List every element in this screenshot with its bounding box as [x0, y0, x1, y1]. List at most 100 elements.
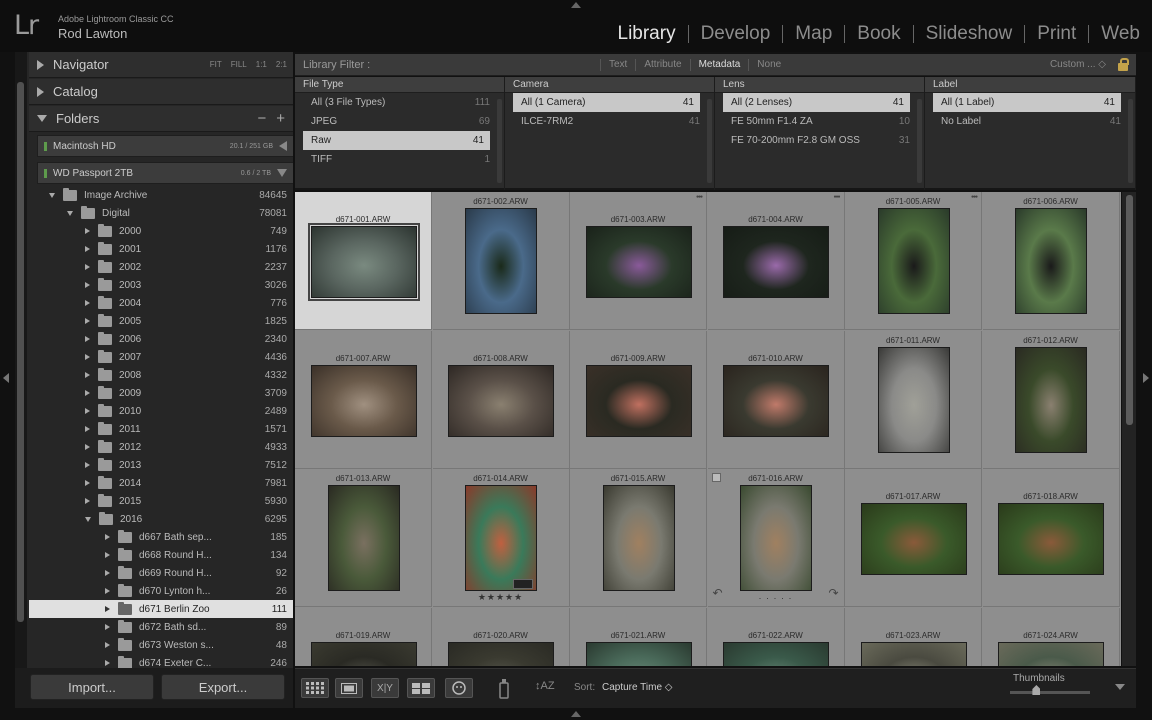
catalog-panel-header[interactable]: Catalog [29, 79, 293, 105]
filter-preset-dropdown[interactable]: Custom ... ◇ [1050, 59, 1106, 70]
thumbnail-cell[interactable]: d671-024.ARW [982, 607, 1120, 666]
people-view-button[interactable] [445, 678, 473, 698]
collapse-triangle-icon[interactable] [85, 264, 90, 270]
more-options-icon[interactable]: ●●● [696, 194, 703, 200]
metadata-row[interactable]: FE 50mm F1.4 ZA 10 [715, 112, 924, 131]
import-button[interactable]: Import... [30, 674, 154, 700]
collapse-triangle-icon[interactable] [85, 498, 90, 504]
thumbnail-cell[interactable]: d671-021.ARW [570, 607, 707, 666]
folder-row[interactable]: d670 Lynton h... 26 [29, 582, 293, 600]
module-library[interactable]: Library [616, 23, 678, 45]
module-develop[interactable]: Develop [699, 23, 773, 45]
folder-row[interactable]: 2015 5930 [29, 492, 293, 510]
metadata-row[interactable]: JPEG 69 [295, 112, 504, 131]
folder-row[interactable]: Digital 78081 [29, 204, 293, 222]
thumbnail-cell[interactable]: d671-002.ARW [432, 192, 570, 330]
collapse-triangle-icon[interactable] [85, 282, 90, 288]
module-web[interactable]: Web [1099, 23, 1142, 45]
thumbnail-image[interactable] [465, 208, 537, 314]
left-panel-scrollbar[interactable] [15, 52, 27, 668]
folder-row[interactable]: d669 Round H... 92 [29, 564, 293, 582]
export-button[interactable]: Export... [161, 674, 285, 700]
thumbnail-image[interactable] [860, 503, 967, 575]
collapse-triangle-icon[interactable] [85, 444, 90, 450]
thumbnail-cell[interactable]: d671-006.ARW [982, 192, 1120, 330]
collapse-triangle-icon[interactable] [85, 462, 90, 468]
expand-triangle-icon[interactable] [85, 516, 91, 522]
thumbnail-cell[interactable]: d671-011.ARW [845, 330, 982, 469]
module-print[interactable]: Print [1035, 23, 1078, 45]
thumbnail-cell[interactable]: d671-023.ARW [845, 607, 982, 666]
thumbnail-cell[interactable]: d671-013.ARW [295, 469, 432, 607]
thumbnail-image[interactable] [1015, 208, 1087, 314]
filter-option-attribute[interactable]: Attribute [636, 59, 689, 70]
collapse-triangle-icon[interactable] [105, 660, 110, 666]
thumbnail-image[interactable] [310, 226, 417, 298]
collapse-triangle-icon[interactable] [85, 336, 90, 342]
collapse-triangle-icon[interactable] [85, 354, 90, 360]
navigator-zoom-option[interactable]: 2:1 [276, 60, 287, 69]
folders-panel-header[interactable]: Folders − + [29, 106, 293, 132]
thumbnail-image[interactable] [602, 485, 675, 591]
thumbnail-image[interactable] [448, 641, 554, 666]
metadata-row[interactable]: TIFF 1 [295, 150, 504, 169]
top-panel-toggle-icon[interactable] [571, 2, 581, 8]
folder-row[interactable]: d672 Bath sd... 89 [29, 618, 293, 636]
thumbnail-cell[interactable]: d671-012.ARW [982, 330, 1120, 469]
lock-icon[interactable] [1118, 58, 1129, 71]
spray-can-icon[interactable] [498, 677, 510, 704]
volume-wd-passport[interactable]: WD Passport 2TB 0.6 / 2 TB [37, 162, 293, 184]
right-panel-toggle-icon[interactable] [1143, 373, 1149, 383]
collapse-triangle-icon[interactable] [105, 570, 110, 576]
metadata-row[interactable]: All (3 File Types) 111 [295, 93, 504, 112]
more-options-icon[interactable]: ●●● [971, 194, 978, 200]
thumbnail-cell[interactable]: d671-014.ARW ★★★★★ [432, 469, 570, 607]
folder-row[interactable]: 2013 7512 [29, 456, 293, 474]
thumbnail-image[interactable] [585, 226, 692, 298]
thumbnail-image[interactable] [310, 364, 417, 437]
more-options-icon[interactable]: ●●● [833, 194, 840, 200]
thumbnail-cell[interactable]: d671-001.ARW [295, 192, 432, 330]
thumbnail-image[interactable] [877, 208, 950, 314]
folder-row[interactable]: 2010 2489 [29, 402, 293, 420]
thumbnail-cell[interactable]: d671-016.ARW · · · · · ↶ ↷ [707, 469, 845, 607]
toolbar-menu-icon[interactable] [1115, 684, 1125, 690]
thumbnail-image[interactable] [448, 364, 554, 437]
star-rating[interactable]: ★★★★★ [433, 592, 569, 603]
thumbnail-image[interactable] [740, 485, 812, 591]
expand-triangle-icon[interactable] [49, 192, 55, 198]
sort-direction-icon[interactable]: ↕AZ [535, 680, 555, 692]
metadata-row[interactable]: Raw 41 [303, 131, 490, 150]
thumbnail-image[interactable] [465, 485, 537, 591]
collapse-triangle-icon[interactable] [85, 408, 90, 414]
collapse-triangle-icon[interactable] [105, 642, 110, 648]
thumbnail-image[interactable] [723, 641, 829, 666]
thumbnail-image[interactable] [310, 641, 417, 666]
thumbnail-cell[interactable]: d671-015.ARW [570, 469, 707, 607]
grid-view-button[interactable] [301, 678, 329, 698]
metadata-row[interactable]: ILCE-7RM2 41 [505, 112, 714, 131]
thumbnail-image[interactable] [327, 485, 400, 591]
thumbnail-cell[interactable]: d671-007.ARW [295, 330, 432, 469]
collapse-triangle-icon[interactable] [105, 534, 110, 540]
metadata-column-scrollbar[interactable] [707, 99, 712, 183]
thumbnail-image[interactable] [1015, 346, 1087, 453]
rotate-right-icon[interactable]: ↷ [828, 586, 838, 600]
metadata-column-scrollbar[interactable] [1128, 99, 1133, 183]
folder-row[interactable]: d668 Round H... 134 [29, 546, 293, 564]
folder-row[interactable]: 2009 3709 [29, 384, 293, 402]
folder-row[interactable]: Image Archive 84645 [29, 186, 293, 204]
navigator-zoom-option[interactable]: FIT [210, 60, 222, 69]
thumbnail-cell[interactable]: d671-005.ARW ●●● [845, 192, 982, 330]
collapse-triangle-icon[interactable] [85, 300, 90, 306]
module-book[interactable]: Book [855, 23, 902, 45]
filter-option-metadata[interactable]: Metadata [691, 59, 749, 70]
metadata-row[interactable]: FE 70-200mm F2.8 GM OSS 31 [715, 131, 924, 150]
metadata-column-header[interactable]: File Type [295, 77, 504, 93]
remove-folder-button[interactable]: − [257, 110, 266, 127]
thumbnail-image[interactable] [585, 364, 692, 437]
flag-icon[interactable] [711, 473, 721, 482]
thumbnail-image[interactable] [877, 346, 950, 453]
thumbnail-cell[interactable]: d671-004.ARW ●●● [707, 192, 845, 330]
thumbnail-image[interactable] [585, 641, 692, 666]
